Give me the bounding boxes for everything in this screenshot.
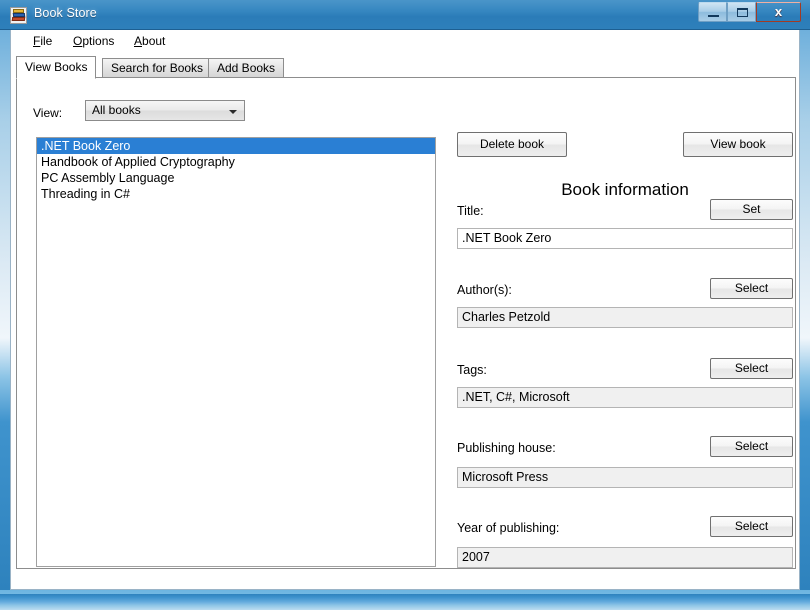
view-filter-select[interactable]: All books — [85, 100, 245, 121]
tab-search-for-books[interactable]: Search for Books — [102, 58, 213, 78]
tags-label: Tags: — [457, 363, 487, 377]
tab-view-books-label: View Books — [25, 60, 88, 74]
menu-about-label: bout — [142, 34, 166, 48]
tab-view-books[interactable]: View Books — [16, 56, 97, 79]
book-list[interactable]: .NET Book Zero Handbook of Applied Crypt… — [36, 137, 436, 567]
tab-add-books-label: Add Books — [217, 61, 276, 75]
publishing-house-select-button[interactable]: Select — [710, 436, 793, 457]
book-information-heading: Book information — [561, 180, 689, 199]
menu-about-accel: A — [134, 34, 143, 48]
tags-select-button[interactable]: Select — [710, 358, 793, 379]
tags-field[interactable]: .NET, C#, Microsoft — [457, 387, 793, 408]
list-item[interactable]: .NET Book Zero — [37, 138, 435, 154]
window-border-bottom — [0, 594, 810, 610]
list-item[interactable]: Handbook of Applied Cryptography — [37, 154, 435, 170]
authors-field[interactable]: Charles Petzold — [457, 307, 793, 328]
menu-options[interactable]: Options — [67, 33, 120, 49]
books-stack-icon — [10, 7, 27, 24]
year-of-publishing-select-button[interactable]: Select — [710, 516, 793, 537]
menu-about[interactable]: About — [128, 33, 171, 49]
publishing-house-field[interactable]: Microsoft Press — [457, 467, 793, 488]
title-set-button[interactable]: Set — [710, 199, 793, 220]
delete-book-button[interactable]: Delete book — [457, 132, 567, 157]
title-label: Title: — [457, 204, 484, 218]
client-area: File Options About View Books Search for… — [10, 30, 800, 590]
publishing-house-label: Publishing house: — [457, 441, 556, 455]
close-button[interactable]: x — [756, 2, 801, 22]
list-item[interactable]: PC Assembly Language — [37, 170, 435, 186]
window-title: Book Store — [34, 6, 97, 20]
list-item[interactable]: Threading in C# — [37, 186, 435, 202]
window-frame: Book Store x File Options About View Boo… — [0, 0, 810, 610]
menu-file-label: ile — [40, 34, 53, 48]
tab-add-books[interactable]: Add Books — [208, 58, 285, 78]
maximize-button[interactable] — [727, 2, 756, 22]
close-icon: x — [774, 4, 783, 19]
title-bar[interactable]: Book Store x — [0, 0, 810, 30]
tab-search-for-books-label: Search for Books — [111, 61, 204, 75]
window-border-right — [800, 30, 810, 590]
menu-options-label: ptions — [82, 34, 115, 48]
authors-select-button[interactable]: Select — [710, 278, 793, 299]
view-book-button[interactable]: View book — [683, 132, 793, 157]
window-border-left — [0, 30, 10, 590]
minimize-button[interactable] — [698, 2, 727, 22]
menu-options-accel: O — [73, 34, 83, 48]
maximize-icon — [737, 8, 748, 17]
menu-bar: File Options About — [11, 30, 799, 52]
year-of-publishing-field[interactable]: 2007 — [457, 547, 793, 568]
minimize-icon — [708, 15, 719, 17]
tab-headers: View Books Search for Books Add Books — [16, 56, 796, 79]
year-of-publishing-label: Year of publishing: — [457, 521, 560, 535]
menu-file[interactable]: File — [27, 33, 58, 49]
chevron-down-icon — [229, 110, 237, 114]
view-filter-selected-value: All books — [92, 103, 141, 117]
title-field[interactable]: .NET Book Zero — [457, 228, 793, 249]
authors-label: Author(s): — [457, 283, 512, 297]
view-filter-label: View: — [33, 106, 63, 120]
